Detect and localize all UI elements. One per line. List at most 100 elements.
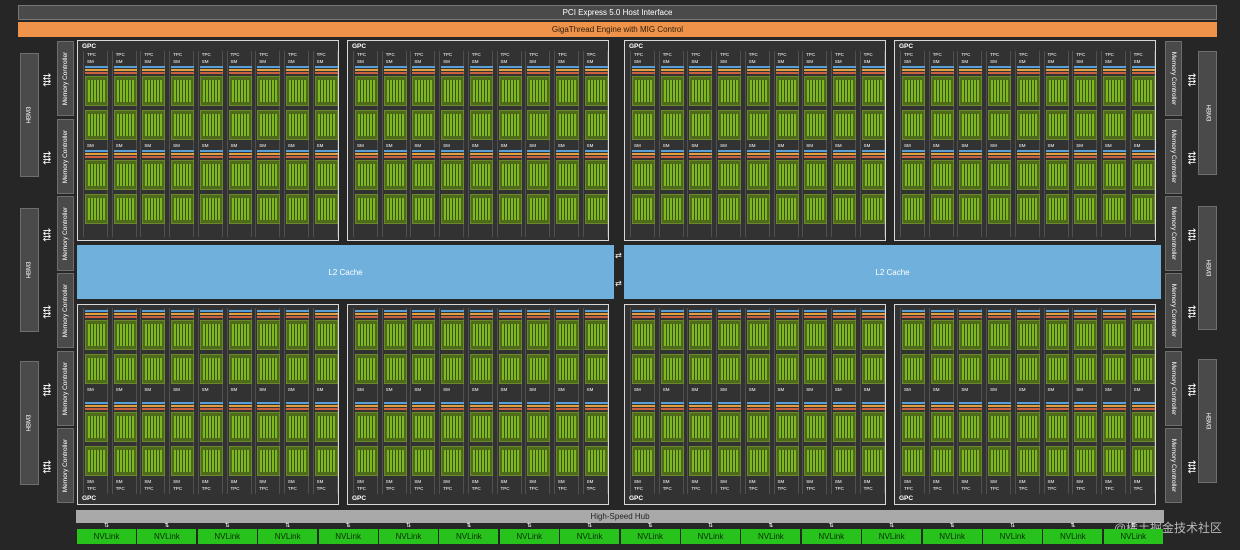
- sm-stripe: [775, 153, 799, 155]
- sm-core-block: [555, 76, 579, 106]
- sm-core-block: [142, 354, 166, 384]
- sm-stripe: [988, 408, 1012, 410]
- sm-core-block: [775, 76, 799, 106]
- sm-label: SM: [357, 387, 364, 392]
- sm-stripe: [861, 408, 885, 410]
- tpc-label: TPC: [634, 52, 643, 57]
- sm-stripe: [1074, 310, 1098, 312]
- sm-core-block: [959, 446, 983, 476]
- sm-stripe: [689, 69, 713, 71]
- sm-core-block: [804, 76, 828, 106]
- sm-stripe: [804, 66, 828, 68]
- sm-stripe: [959, 150, 983, 152]
- sm-stripe: [1102, 153, 1126, 155]
- sm-stripe: [660, 405, 684, 407]
- sm-core-block: [171, 194, 195, 224]
- sm-stripe: [383, 72, 407, 74]
- sm-core-block: [718, 320, 742, 350]
- tpc-label: TPC: [385, 52, 395, 57]
- sm-stripe: [1131, 408, 1155, 410]
- nvlink-label: NVLink: [637, 532, 663, 541]
- sm-stripe: [228, 72, 252, 74]
- sm-stripe: [441, 313, 465, 315]
- sm-stripe: [527, 310, 551, 312]
- nvlink-14: NVLink: [862, 529, 922, 544]
- sm-label: SM: [259, 143, 266, 148]
- tpc-label: TPC: [904, 52, 913, 57]
- sm-stripe: [775, 156, 799, 158]
- sm-label: SM: [904, 479, 911, 484]
- sm-label: SM: [806, 143, 813, 148]
- sm-stripe: [527, 408, 551, 410]
- sm-label: SM: [529, 59, 536, 64]
- sm-stripe: [718, 402, 742, 404]
- sm-label: SM: [529, 387, 536, 392]
- sm-core-block: [1016, 194, 1040, 224]
- sm-label: SM: [414, 387, 422, 392]
- hbm-label: HBM3: [1204, 412, 1211, 430]
- sm-stripe: [632, 153, 655, 155]
- sm-label: SM: [691, 479, 699, 484]
- tpc-column: TPC SM SM: [467, 51, 493, 237]
- sm-core-block: [746, 412, 770, 442]
- sm-core-block: [355, 320, 378, 350]
- sm-core-block: [257, 446, 281, 476]
- sm-core-block: [228, 412, 252, 442]
- sm-core-block: [632, 160, 655, 190]
- sm-label: SM: [471, 479, 479, 484]
- sm-stripe: [441, 156, 465, 158]
- gpc-array: L2 Cache L2 Cache ⇄ ⇄ GPC TPC SM SM TPC SM SM T…: [77, 40, 1161, 505]
- sm-stripe: [199, 153, 223, 155]
- tpc-label: TPC: [990, 486, 1000, 491]
- bidirectional-arrow-icon: ⇄ ⇄: [42, 150, 52, 167]
- pcie-host-interface: PCI Express 5.0 Host Interface: [18, 5, 1217, 20]
- sm-stripe: [314, 310, 338, 312]
- sm-stripe: [1102, 405, 1126, 407]
- sm-core-block: [285, 412, 309, 442]
- sm-core-block: [660, 320, 684, 350]
- sm-core-block: [314, 110, 338, 140]
- tpc-column: SM SM TPC: [226, 308, 252, 494]
- sm-stripe: [988, 316, 1012, 318]
- sm-label: SM: [777, 59, 785, 64]
- sm-stripe: [930, 316, 954, 318]
- sm-core-block: [469, 412, 493, 442]
- tpc-label: TPC: [748, 52, 758, 57]
- sm-label: SM: [259, 387, 266, 392]
- sm-core-block: [257, 412, 281, 442]
- sm-core-block: [804, 160, 828, 190]
- sm-label: SM: [777, 479, 785, 484]
- sm-stripe: [469, 72, 493, 74]
- sm-stripe: [441, 72, 465, 74]
- sm-stripe: [527, 402, 551, 404]
- tpc-column: SM SM TPC: [630, 308, 655, 494]
- bidirectional-arrow-icon: ⇄ ⇄: [42, 459, 52, 476]
- nvlink-18: NVLink: [1103, 529, 1163, 544]
- nvlink-1: NVLink: [77, 529, 136, 544]
- sm-core-block: [988, 110, 1012, 140]
- tpc-column: TPC SM SM: [957, 51, 983, 237]
- sm-label: SM: [443, 59, 450, 64]
- sm-core-block: [228, 320, 252, 350]
- sm-stripe: [314, 156, 338, 158]
- sm-label: SM: [904, 387, 911, 392]
- sm-label: SM: [230, 479, 238, 484]
- sm-stripe: [861, 156, 885, 158]
- sm-label: SM: [662, 387, 670, 392]
- sm-label: SM: [287, 479, 295, 484]
- sm-stripe: [285, 405, 309, 407]
- sm-core-block: [555, 194, 579, 224]
- sm-core-block: [113, 320, 137, 350]
- sm-core-block: [527, 76, 551, 106]
- sm-core-block: [171, 412, 195, 442]
- sm-stripe: [498, 156, 522, 158]
- sm-core-block: [1045, 320, 1069, 350]
- sm-stripe: [689, 156, 713, 158]
- sm-stripe: [412, 310, 436, 312]
- sm-label: SM: [1076, 479, 1083, 484]
- sm-stripe: [142, 408, 166, 410]
- memory-controller-label: Memory Controller: [62, 129, 69, 184]
- sm-label: SM: [961, 479, 969, 484]
- nvlink-label: NVLink: [153, 532, 180, 541]
- sm-stripe: [804, 313, 828, 315]
